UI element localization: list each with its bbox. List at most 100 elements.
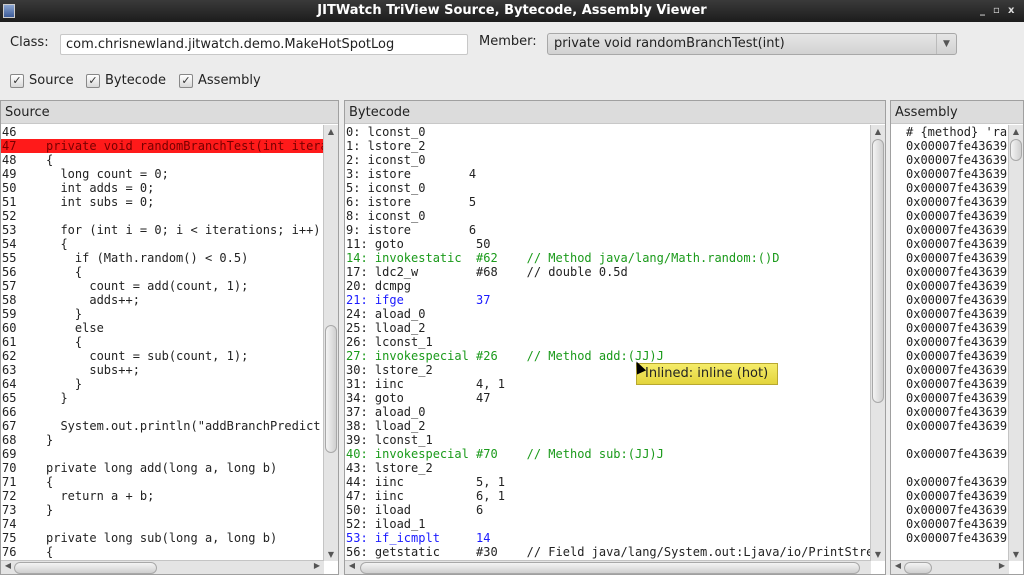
source-line[interactable]: 69 (1, 447, 324, 461)
assembly-line[interactable]: 0x00007fe43639 (906, 251, 1009, 265)
assembly-line[interactable]: 0x00007fe43639 (906, 279, 1009, 293)
source-line[interactable]: 55 if (Math.random() < 0.5) (1, 251, 324, 265)
bytecode-line[interactable]: 21: ifge 37 (346, 293, 870, 307)
bytecode-line[interactable]: 27: invokespecial #26 // Method add:(JJ)… (346, 349, 870, 363)
source-line[interactable]: 51 int subs = 0; (1, 195, 324, 209)
assembly-line[interactable]: # {method} 'ra (906, 125, 1009, 139)
source-checkbox[interactable]: ✓ Source (10, 73, 74, 88)
source-line[interactable]: 56 { (1, 265, 324, 279)
source-line[interactable]: 58 adds++; (1, 293, 324, 307)
assembly-line[interactable]: 0x00007fe43639 (906, 237, 1009, 251)
maximize-button[interactable]: ▫ (993, 0, 1000, 22)
bytecode-line[interactable]: 2: iconst_0 (346, 153, 870, 167)
bytecode-line[interactable]: 43: lstore_2 (346, 461, 870, 475)
assembly-line[interactable]: 0x00007fe43639 (906, 181, 1009, 195)
assembly-line[interactable]: 0x00007fe43639 (906, 293, 1009, 307)
source-line[interactable]: 49 long count = 0; (1, 167, 324, 181)
source-line[interactable]: 67 System.out.println("addBranchPredict (1, 419, 324, 433)
assembly-line[interactable]: 0x00007fe43639 (906, 167, 1009, 181)
source-line[interactable]: 72 return a + b; (1, 489, 324, 503)
source-line[interactable]: 65 } (1, 391, 324, 405)
assembly-code[interactable]: # {method} 'ra 0x00007fe43639 0x00007fe436… (891, 125, 1009, 561)
assembly-line[interactable]: 0x00007fe43639 (906, 489, 1009, 503)
assembly-checkbox[interactable]: ✓ Assembly (179, 73, 261, 88)
bytecode-line[interactable]: 8: iconst_0 (346, 209, 870, 223)
source-line[interactable]: 74 (1, 517, 324, 531)
assembly-line[interactable]: 0x00007fe43639 (906, 223, 1009, 237)
assembly-hscroll[interactable]: ◀ ▶ (891, 560, 1009, 574)
assembly-line[interactable] (906, 433, 1009, 447)
bytecode-line[interactable]: 17: ldc2_w #68 // double 0.5d (346, 265, 870, 279)
bytecode-code[interactable]: 0: lconst_0 1: lstore_2 2: iconst_0 3: isto… (345, 125, 870, 561)
bytecode-line[interactable]: 14: invokestatic #62 // Method java/lang… (346, 251, 870, 265)
assembly-line[interactable]: 0x00007fe43639 (906, 405, 1009, 419)
source-line[interactable]: 52 (1, 209, 324, 223)
source-line[interactable]: 50 int adds = 0; (1, 181, 324, 195)
source-line[interactable]: 60 else (1, 321, 324, 335)
bytecode-hscroll[interactable]: ◀ (345, 560, 871, 574)
assembly-line[interactable]: 0x00007fe43639 (906, 363, 1009, 377)
assembly-vscroll[interactable]: ▲ ▼ (1008, 125, 1023, 561)
assembly-line[interactable]: 0x00007fe43639 (906, 139, 1009, 153)
bytecode-line[interactable]: 44: iinc 5, 1 (346, 475, 870, 489)
bytecode-line[interactable]: 38: lload_2 (346, 419, 870, 433)
source-line[interactable]: 70 private long add(long a, long b) (1, 461, 324, 475)
source-line[interactable]: 53 for (int i = 0; i < iterations; i++) (1, 223, 324, 237)
bytecode-line[interactable]: 39: lconst_1 (346, 433, 870, 447)
bytecode-line[interactable]: 37: aload_0 (346, 405, 870, 419)
member-select[interactable]: private void randomBranchTest(int) ▼ (547, 33, 957, 55)
minimize-button[interactable]: _ (980, 0, 985, 22)
bytecode-line[interactable]: 9: istore 6 (346, 223, 870, 237)
bytecode-line[interactable]: 26: lconst_1 (346, 335, 870, 349)
assembly-line[interactable]: 0x00007fe43639 (906, 503, 1009, 517)
source-line[interactable]: 47 private void randomBranchTest(int iter… (1, 139, 324, 153)
source-line[interactable]: 73} (1, 503, 324, 517)
bytecode-line[interactable]: 1: lstore_2 (346, 139, 870, 153)
source-line[interactable]: 46 (1, 125, 324, 139)
class-input[interactable]: com.chrisnewland.jitwatch.demo.MakeHotSp… (60, 34, 468, 55)
bytecode-line[interactable]: 34: goto 47 (346, 391, 870, 405)
source-line[interactable]: 76 { (1, 545, 324, 559)
bytecode-checkbox[interactable]: ✓ Bytecode (86, 73, 166, 88)
source-line[interactable]: 71 { (1, 475, 324, 489)
bytecode-line[interactable]: 56: getstatic #30 // Field java/lang/Sys… (346, 545, 870, 559)
bytecode-line[interactable]: 5: iconst_0 (346, 181, 870, 195)
bytecode-line[interactable]: 30: lstore_2 (346, 363, 870, 377)
assembly-line[interactable] (906, 461, 1009, 475)
source-line[interactable]: 68} (1, 433, 324, 447)
source-code[interactable]: 46 47 private void randomBranchTest(int it… (1, 125, 324, 561)
assembly-line[interactable]: 0x00007fe43639 (906, 265, 1009, 279)
bytecode-line[interactable]: 53: if_icmplt 14 (346, 531, 870, 545)
assembly-line[interactable]: 0x00007fe43639 (906, 419, 1009, 433)
bytecode-line[interactable]: 24: aload_0 (346, 307, 870, 321)
assembly-line[interactable]: 0x00007fe43639 (906, 517, 1009, 531)
bytecode-line[interactable]: 20: dcmpg (346, 279, 870, 293)
source-line[interactable]: 59 } (1, 307, 324, 321)
bytecode-line[interactable]: 6: istore 5 (346, 195, 870, 209)
assembly-line[interactable]: 0x00007fe43639 (906, 335, 1009, 349)
assembly-line[interactable]: 0x00007fe43639 (906, 531, 1009, 545)
assembly-line[interactable]: 0x00007fe43639 (906, 391, 1009, 405)
source-line[interactable]: 66 (1, 405, 324, 419)
assembly-line[interactable]: 0x00007fe43639 (906, 153, 1009, 167)
assembly-line[interactable]: 0x00007fe43639 (906, 209, 1009, 223)
bytecode-line[interactable]: 40: invokespecial #70 // Method sub:(JJ)… (346, 447, 870, 461)
chevron-down-icon[interactable]: ▼ (936, 34, 956, 54)
bytecode-line[interactable]: 11: goto 50 (346, 237, 870, 251)
source-line[interactable]: 62 count = sub(count, 1); (1, 349, 324, 363)
bytecode-line[interactable]: 25: lload_2 (346, 321, 870, 335)
bytecode-line[interactable]: 47: iinc 6, 1 (346, 489, 870, 503)
source-line[interactable]: 64 } (1, 377, 324, 391)
bytecode-vscroll[interactable]: ▲ ▼ (870, 125, 885, 561)
source-line[interactable]: 75 private long sub(long a, long b) (1, 531, 324, 545)
bytecode-line[interactable]: 52: iload_1 (346, 517, 870, 531)
bytecode-line[interactable]: 31: iinc 4, 1 (346, 377, 870, 391)
assembly-line[interactable]: 0x00007fe43639 (906, 447, 1009, 461)
source-line[interactable]: 54 { (1, 237, 324, 251)
assembly-line[interactable]: 0x00007fe43639 (906, 349, 1009, 363)
source-line[interactable]: 61 { (1, 335, 324, 349)
bytecode-line[interactable]: 0: lconst_0 (346, 125, 870, 139)
source-hscroll[interactable]: ◀ ▶ (1, 560, 324, 574)
source-vscroll[interactable]: ▲ ▼ (323, 125, 338, 561)
assembly-line[interactable]: 0x00007fe43639 (906, 321, 1009, 335)
